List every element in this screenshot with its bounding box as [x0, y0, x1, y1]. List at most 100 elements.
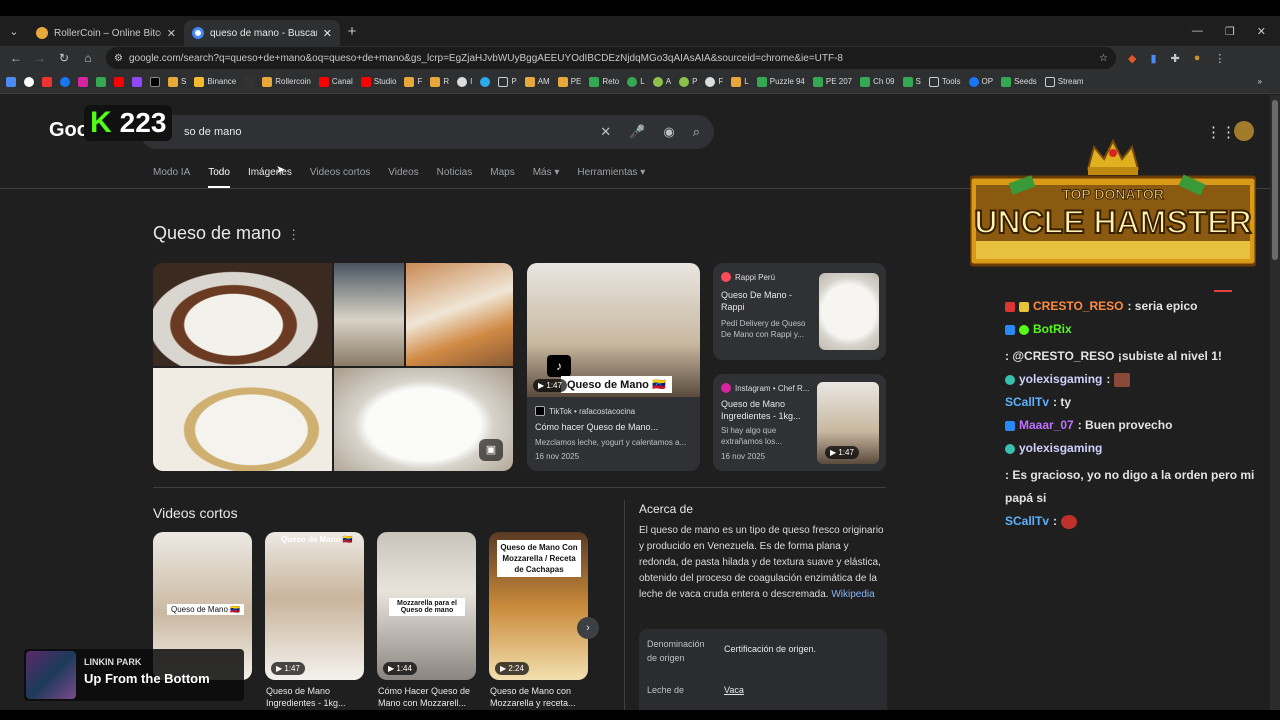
short-video-thumbnail[interactable]: Queso de Mano Con Mozzarella / Receta de…	[489, 532, 588, 680]
bookmark-item[interactable]: OP	[968, 76, 993, 87]
bookmark-icon[interactable]	[78, 76, 88, 87]
fact-value-link[interactable]: Vaca	[724, 683, 744, 697]
collage-photo[interactable]	[153, 263, 332, 366]
short-video-caption[interactable]: Cómo Hacer Queso de Mano con Mozzarell..…	[378, 685, 477, 709]
extensions-puzzle-icon[interactable]: ✚	[1171, 52, 1180, 65]
bookmark-item[interactable]: A	[652, 76, 671, 87]
bookmark-item[interactable]: PE	[557, 76, 581, 87]
extension-fox-icon[interactable]: ◆	[1128, 52, 1136, 65]
bookmark-item[interactable]: Canal	[318, 76, 353, 87]
tab-imagenes[interactable]: Imágenes	[248, 167, 292, 188]
bookmark-item[interactable]: F	[404, 76, 422, 87]
bookmark-item[interactable]: I	[457, 76, 472, 87]
tab-videos-cortos[interactable]: Videos cortos	[310, 167, 370, 188]
now-playing-song: Up From the Bottom	[84, 671, 210, 686]
short-video-caption[interactable]: Queso de Mano Ingredientes - 1kg...	[266, 685, 365, 709]
forward-icon[interactable]: →	[28, 51, 52, 65]
result-title[interactable]: Cómo hacer Queso de Mano...	[535, 421, 695, 433]
tab-noticias[interactable]: Noticias	[437, 167, 473, 188]
minimize-icon[interactable]: —	[1192, 25, 1203, 38]
search-box[interactable]: so de mano ✕ 🎤 ◉ ⌕	[140, 115, 714, 149]
tab-videos[interactable]: Videos	[388, 167, 418, 188]
bookmark-icon[interactable]	[244, 76, 255, 87]
bookmark-apps-icon[interactable]	[6, 76, 16, 87]
home-icon[interactable]: ⌂	[76, 51, 100, 65]
bookmark-item[interactable]: Reto	[589, 76, 619, 87]
bookmark-item[interactable]: Ch 09	[860, 76, 895, 87]
search-icon[interactable]: ⌕	[693, 124, 700, 140]
site-info-icon[interactable]: ⚙	[114, 53, 123, 64]
short-video-thumbnail[interactable]: Mozzarella para el Queso de mano ▶ 1:44	[377, 532, 476, 680]
bookmark-item[interactable]: Binance	[194, 76, 236, 87]
bookmark-folder[interactable]: P	[498, 76, 517, 87]
browser-tab-rollercoin[interactable]: RollerCoin – Online Bitcoin Min ✕	[28, 20, 184, 46]
tab-herramientas[interactable]: Herramientas ▾	[577, 167, 645, 188]
scrollbar-thumb[interactable]	[1272, 100, 1278, 260]
result-title[interactable]: Queso de Mano Ingredientes - 1kg...	[721, 398, 816, 422]
bookmark-item[interactable]: S	[168, 76, 186, 87]
tiktok-result-card[interactable]: ♪ Queso de Mano 🇻🇪 ▶ 1:47 TikTok • rafac…	[527, 263, 700, 471]
collage-photo[interactable]	[153, 368, 332, 471]
close-tab-icon[interactable]: ✕	[167, 27, 176, 40]
result-title[interactable]: Queso De Mano - Rappi	[721, 289, 816, 313]
address-bar[interactable]: ⚙ google.com/search?q=queso+de+mano&oq=q…	[106, 47, 1116, 69]
bookmark-icon[interactable]	[42, 76, 52, 87]
close-window-icon[interactable]: ✕	[1257, 25, 1266, 38]
bookmark-item[interactable]: PE 207	[812, 76, 852, 87]
bookmark-item[interactable]: F	[705, 76, 723, 87]
image-search-icon[interactable]: ▣	[479, 439, 503, 461]
wikipedia-link[interactable]: Wikipedia	[831, 589, 874, 600]
bookmark-item[interactable]: P	[679, 76, 697, 87]
next-chevron-icon[interactable]: ›	[577, 617, 599, 639]
lens-icon[interactable]: ◉	[663, 124, 674, 140]
tab-maps[interactable]: Maps	[490, 167, 514, 188]
tab-todo[interactable]: Todo	[208, 167, 230, 188]
microphone-icon[interactable]: 🎤	[629, 124, 645, 140]
bookmark-item[interactable]: Puzzle 94	[756, 76, 805, 87]
profile-icon[interactable]: ●	[1194, 52, 1201, 65]
reload-icon[interactable]: ↻	[52, 51, 76, 65]
bookmark-icon[interactable]	[132, 76, 142, 87]
video-duration: ▶ 2:24	[495, 662, 529, 675]
bookmark-item[interactable]: Studio	[360, 76, 396, 87]
rappi-result-card[interactable]: Rappi Perú Queso De Mano - Rappi Pedí De…	[713, 263, 886, 360]
clear-icon[interactable]: ✕	[600, 124, 611, 140]
bookmark-item[interactable]: Rollercoin	[262, 76, 311, 87]
close-tab-icon[interactable]: ✕	[323, 27, 332, 40]
menu-kebab-icon[interactable]: ⋮	[1214, 52, 1225, 65]
back-icon[interactable]: ←	[4, 51, 28, 65]
bookmark-icon[interactable]	[60, 76, 70, 87]
bookmark-item[interactable]: Seeds	[1001, 76, 1037, 87]
restore-icon[interactable]: ❐	[1225, 25, 1235, 38]
more-bookmarks-icon[interactable]: »	[1258, 77, 1280, 86]
bookmark-item[interactable]: L	[627, 76, 645, 87]
tab-search-icon[interactable]: ⌄	[0, 16, 28, 46]
bookmark-item[interactable]: R	[430, 76, 449, 87]
user-badge-icon	[1019, 301, 1029, 312]
bookmark-item[interactable]: L	[731, 76, 749, 87]
bookmark-icon[interactable]	[96, 76, 106, 87]
bookmark-icon[interactable]	[150, 76, 160, 87]
tab-mas[interactable]: Más ▾	[533, 167, 560, 188]
bookmark-item[interactable]: AM	[524, 76, 550, 87]
more-options-icon[interactable]: ⋮	[287, 227, 300, 242]
tab-modo-ia[interactable]: Modo IA	[153, 167, 190, 188]
google-logo[interactable]: Goo	[49, 119, 89, 142]
short-video-caption[interactable]: Queso de Mano con Mozzarella y receta...	[490, 685, 589, 709]
browser-tab-google[interactable]: queso de mano - Buscar con G ✕	[184, 20, 340, 46]
search-input[interactable]: so de mano	[184, 126, 582, 138]
bookmark-icon[interactable]	[114, 76, 124, 87]
collage-photo[interactable]	[334, 263, 404, 366]
extension-shield-icon[interactable]: ▮	[1150, 52, 1156, 65]
collage-photo[interactable]	[406, 263, 513, 366]
instagram-result-card[interactable]: Instagram • Chef R... Queso de Mano Ingr…	[713, 374, 886, 471]
bookmark-folder[interactable]: Tools	[928, 76, 961, 87]
short-video-thumbnail[interactable]: Queso de Mano 🇻🇪 ▶ 1:47	[265, 532, 364, 680]
image-collage[interactable]: ▣	[153, 263, 513, 471]
new-tab-button[interactable]: +	[340, 23, 364, 40]
bookmark-item[interactable]: S	[902, 76, 921, 87]
bookmark-icon[interactable]	[480, 76, 491, 87]
bookmark-folder[interactable]: Stream	[1044, 76, 1084, 87]
bookmark-star-icon[interactable]: ☆	[1099, 53, 1108, 64]
bookmark-icon[interactable]	[24, 76, 34, 87]
